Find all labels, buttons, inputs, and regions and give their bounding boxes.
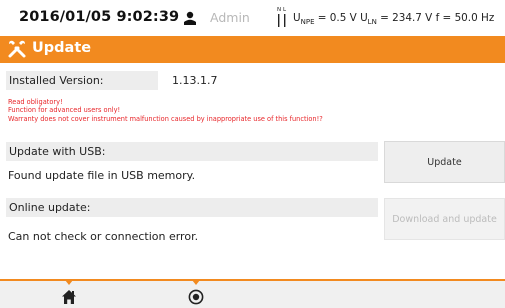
home-indicator: [65, 280, 73, 285]
measurement-values: UNPE = 0.5 V ULN = 234.7 V f = 50.0 Hz: [293, 12, 494, 26]
svg-text:L: L: [283, 7, 287, 13]
usb-update-label: Update with USB:: [6, 142, 378, 161]
u-ln-value: = 234.7 V: [376, 12, 436, 24]
record-indicator: [192, 280, 200, 285]
bottom-nav: [0, 279, 505, 308]
warning-line-1: Read obligatory!: [8, 98, 63, 106]
user-name: Admin: [210, 10, 250, 25]
installed-version-value: 1.13.1.7: [172, 74, 218, 87]
update-button[interactable]: Update: [384, 141, 505, 183]
online-status-text: Can not check or connection error.: [8, 230, 199, 243]
online-update-label-text: Online update:: [9, 201, 91, 214]
update-button-label: Update: [427, 157, 462, 168]
u-ln-label: U: [360, 12, 368, 24]
status-bar: 2016/01/05 9:02:39 Admin N L UNPE = 0.5 …: [0, 0, 505, 36]
page-title: Update: [32, 40, 92, 56]
installed-version-label-text: Installed Version:: [9, 74, 104, 87]
online-update-label: Online update:: [6, 198, 378, 217]
usb-update-label-text: Update with USB:: [9, 145, 106, 158]
record-icon: [188, 289, 204, 305]
download-and-update-button[interactable]: Download and update: [384, 198, 505, 240]
download-and-update-button-label: Download and update: [392, 214, 497, 225]
home-button[interactable]: [54, 280, 84, 308]
tools-icon: [8, 40, 26, 58]
frequency-value: f = 50.0 Hz: [435, 12, 495, 24]
svg-text:N: N: [277, 7, 281, 13]
nl-connector-icon: N L: [277, 7, 287, 27]
title-bar: Update: [0, 36, 505, 63]
u-npe-sub: NPE: [300, 18, 315, 27]
warning-line-2: Function for advanced users only!: [8, 106, 121, 115]
record-button[interactable]: [181, 280, 211, 308]
usb-status-text: Found update file in USB memory.: [8, 169, 196, 182]
u-npe-value: = 0.5 V: [314, 12, 361, 24]
u-npe-label: U: [293, 12, 301, 24]
installed-version-label: Installed Version:: [6, 71, 158, 90]
warning-text: Read obligatory! Function for advanced u…: [8, 98, 323, 123]
u-ln-sub: LN: [367, 18, 377, 27]
home-icon: [62, 290, 76, 304]
warning-line-3: Warranty does not cover instrument malfu…: [8, 114, 323, 123]
datetime: 2016/01/05 9:02:39: [19, 9, 180, 25]
person-icon: [184, 11, 196, 25]
